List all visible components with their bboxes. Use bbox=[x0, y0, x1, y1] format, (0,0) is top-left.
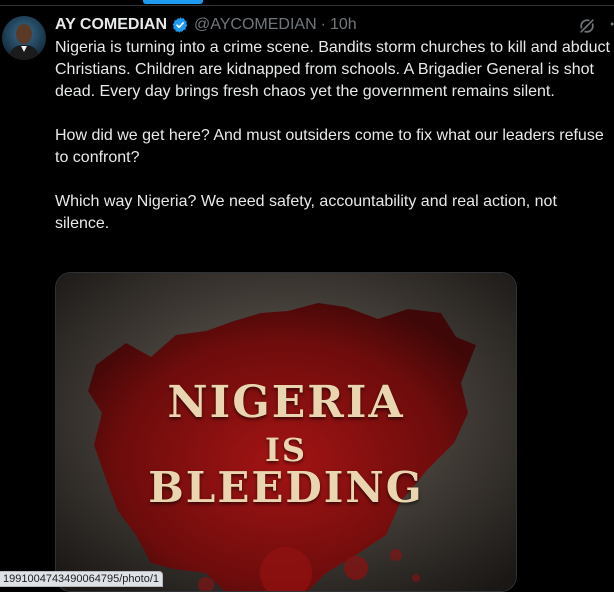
tweet-paragraph: Which way Nigeria? We need safety, accou… bbox=[55, 193, 557, 232]
browser-status-url: 1991004743490064795/photo/1 bbox=[0, 571, 163, 587]
display-name[interactable]: AY COMEDIAN bbox=[55, 16, 167, 34]
timeline-top-divider bbox=[0, 0, 614, 6]
tweet-header: AY COMEDIAN @AYCOMEDIAN · 10h bbox=[55, 14, 610, 36]
verified-badge-icon[interactable] bbox=[171, 16, 189, 34]
timestamp[interactable]: 10h bbox=[330, 16, 357, 34]
tweet[interactable]: AY COMEDIAN @AYCOMEDIAN · 10h Nigeria is… bbox=[55, 14, 614, 257]
avatar[interactable] bbox=[2, 16, 46, 60]
tweet-text: Nigeria is turning into a crime scene. B… bbox=[55, 37, 610, 235]
tweet-media-image[interactable]: NIGERIA IS BLEEDING bbox=[55, 272, 517, 592]
media-headline-line-3: BLEEDING bbox=[148, 463, 424, 512]
active-tab-indicator bbox=[143, 0, 203, 4]
separator-dot: · bbox=[320, 16, 326, 33]
user-handle[interactable]: @AYCOMEDIAN bbox=[194, 16, 317, 34]
tweet-paragraph: Nigeria is turning into a crime scene. B… bbox=[55, 39, 610, 100]
grok-icon[interactable] bbox=[577, 16, 597, 36]
more-options-icon[interactable] bbox=[608, 14, 614, 34]
media-headline-line-1: NIGERIA bbox=[167, 377, 405, 428]
tweet-paragraph: How did we get here? And must outsiders … bbox=[55, 127, 604, 166]
